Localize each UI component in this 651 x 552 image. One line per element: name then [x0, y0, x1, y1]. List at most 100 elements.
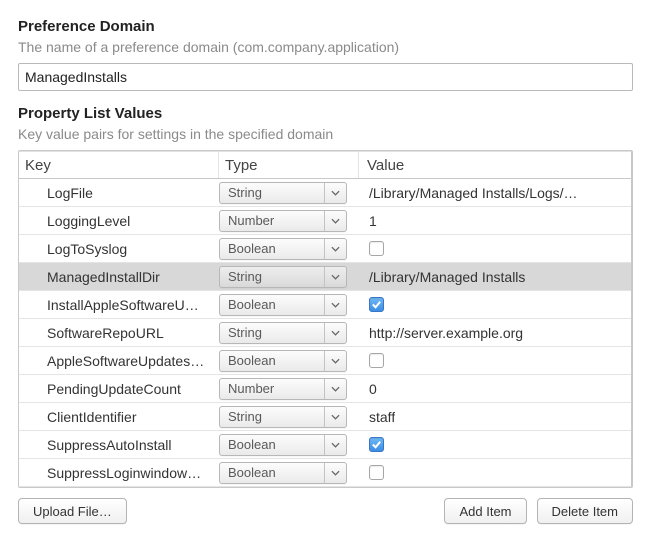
value-text: http://server.example.org: [369, 325, 523, 341]
chevron-down-icon: [324, 407, 346, 427]
value-checkbox[interactable]: [369, 241, 384, 256]
type-dropdown-label: Boolean: [228, 297, 276, 312]
type-dropdown[interactable]: String: [219, 406, 347, 428]
column-header-key[interactable]: Key: [19, 152, 219, 178]
plist-value-cell[interactable]: [359, 431, 631, 458]
plist-key-cell[interactable]: SuppressAutoInstall: [19, 431, 219, 458]
plist-value-cell[interactable]: staff: [359, 403, 631, 430]
chevron-down-icon: [324, 211, 346, 231]
plist-key-cell[interactable]: LogFile: [19, 179, 219, 206]
table-row[interactable]: LogFile String/Library/Managed Installs/L…: [19, 179, 631, 207]
type-dropdown-label: Boolean: [228, 241, 276, 256]
pref-domain-title: Preference Domain: [18, 18, 633, 35]
chevron-down-icon: [324, 379, 346, 399]
plist-type-cell: Boolean: [219, 235, 359, 262]
plist-type-cell: Number: [219, 207, 359, 234]
table-row[interactable]: AppleSoftwareUpdates… Boolean: [19, 347, 631, 375]
type-dropdown[interactable]: Boolean: [219, 434, 347, 456]
pref-domain-subtitle: The name of a preference domain (com.com…: [18, 39, 633, 55]
table-row[interactable]: SuppressLoginwindow… Boolean: [19, 459, 631, 487]
chevron-down-icon: [324, 351, 346, 371]
column-header-value[interactable]: Value: [359, 152, 631, 178]
plist-value-cell[interactable]: [359, 291, 631, 318]
plist-key-cell[interactable]: PendingUpdateCount: [19, 375, 219, 402]
table-row[interactable]: SoftwareRepoURL String http://server.examp…: [19, 319, 631, 347]
delete-item-button[interactable]: Delete Item: [537, 498, 633, 524]
plist-key-cell[interactable]: InstallAppleSoftwareU…: [19, 291, 219, 318]
table-row[interactable]: SuppressAutoInstall Boolean: [19, 431, 631, 459]
upload-file-button[interactable]: Upload File…: [18, 498, 127, 524]
value-checkbox[interactable]: [369, 437, 384, 452]
type-dropdown-label: String: [228, 269, 262, 284]
value-checkbox[interactable]: [369, 297, 384, 312]
value-checkbox[interactable]: [369, 465, 384, 480]
plist-type-cell: String: [219, 319, 359, 346]
plist-value-cell[interactable]: http://server.example.org: [359, 319, 631, 346]
table-row[interactable]: ClientIdentifier String staff: [19, 403, 631, 431]
value-checkbox[interactable]: [369, 353, 384, 368]
chevron-down-icon: [324, 295, 346, 315]
plist-value-cell[interactable]: 1: [359, 207, 631, 234]
type-dropdown-label: Number: [228, 213, 274, 228]
plist-key-cell[interactable]: SoftwareRepoURL: [19, 319, 219, 346]
chevron-down-icon: [324, 435, 346, 455]
plist-key-cell[interactable]: ManagedInstallDir: [19, 263, 219, 290]
type-dropdown[interactable]: String: [219, 266, 347, 288]
chevron-down-icon: [324, 239, 346, 259]
plist-type-cell: Boolean: [219, 459, 359, 486]
type-dropdown-label: Boolean: [228, 353, 276, 368]
add-item-button[interactable]: Add Item: [444, 498, 526, 524]
type-dropdown[interactable]: String: [219, 182, 347, 204]
column-header-type[interactable]: Type: [219, 152, 359, 178]
plist-value-cell[interactable]: /Library/Managed Installs: [359, 263, 631, 290]
footer-buttons: Upload File… Add Item Delete Item: [18, 498, 633, 524]
plist-type-cell: Number: [219, 375, 359, 402]
chevron-down-icon: [324, 323, 346, 343]
table-row[interactable]: ManagedInstallDir String/Library/Managed …: [19, 263, 631, 291]
value-text: /Library/Managed Installs: [369, 269, 525, 285]
plist-value-cell[interactable]: [359, 347, 631, 374]
plist-key-cell[interactable]: LoggingLevel: [19, 207, 219, 234]
type-dropdown[interactable]: String: [219, 322, 347, 344]
plist-key-cell[interactable]: LogToSyslog: [19, 235, 219, 262]
type-dropdown[interactable]: Number: [219, 378, 347, 400]
plist-type-cell: Boolean: [219, 431, 359, 458]
type-dropdown-label: Boolean: [228, 465, 276, 480]
pref-domain-input[interactable]: [18, 63, 633, 91]
plist-header-row: Key Type Value: [19, 151, 631, 179]
plist-value-cell[interactable]: 0: [359, 375, 631, 402]
plist-value-cell[interactable]: [359, 459, 631, 486]
type-dropdown-label: Boolean: [228, 437, 276, 452]
type-dropdown[interactable]: Boolean: [219, 462, 347, 484]
table-row[interactable]: LogToSyslog Boolean: [19, 235, 631, 263]
plist-key-cell[interactable]: ClientIdentifier: [19, 403, 219, 430]
type-dropdown-label: String: [228, 409, 262, 424]
table-row[interactable]: LoggingLevel Number 1: [19, 207, 631, 235]
plist-table: Key Type Value LogFile String/Library/Man…: [18, 150, 633, 488]
chevron-down-icon: [324, 267, 346, 287]
value-text: 0: [369, 381, 377, 397]
value-text: /Library/Managed Installs/Logs/…: [369, 185, 578, 201]
plist-value-cell[interactable]: /Library/Managed Installs/Logs/…: [359, 179, 631, 206]
type-dropdown[interactable]: Number: [219, 210, 347, 232]
plist-title: Property List Values: [18, 105, 633, 122]
plist-value-cell[interactable]: [359, 235, 631, 262]
plist-subtitle: Key value pairs for settings in the spec…: [18, 126, 633, 142]
value-text: 1: [369, 213, 377, 229]
plist-key-cell[interactable]: SuppressLoginwindow…: [19, 459, 219, 486]
type-dropdown-label: String: [228, 185, 262, 200]
table-row[interactable]: InstallAppleSoftwareU… Boolean: [19, 291, 631, 319]
plist-key-cell[interactable]: AppleSoftwareUpdates…: [19, 347, 219, 374]
plist-type-cell: Boolean: [219, 291, 359, 318]
type-dropdown[interactable]: Boolean: [219, 350, 347, 372]
plist-type-cell: String: [219, 263, 359, 290]
type-dropdown-label: String: [228, 325, 262, 340]
table-row[interactable]: PendingUpdateCount Number 0: [19, 375, 631, 403]
plist-type-cell: Boolean: [219, 347, 359, 374]
plist-type-cell: String: [219, 403, 359, 430]
type-dropdown[interactable]: Boolean: [219, 238, 347, 260]
type-dropdown-label: Number: [228, 381, 274, 396]
value-text: staff: [369, 409, 395, 425]
chevron-down-icon: [324, 463, 346, 483]
type-dropdown[interactable]: Boolean: [219, 294, 347, 316]
